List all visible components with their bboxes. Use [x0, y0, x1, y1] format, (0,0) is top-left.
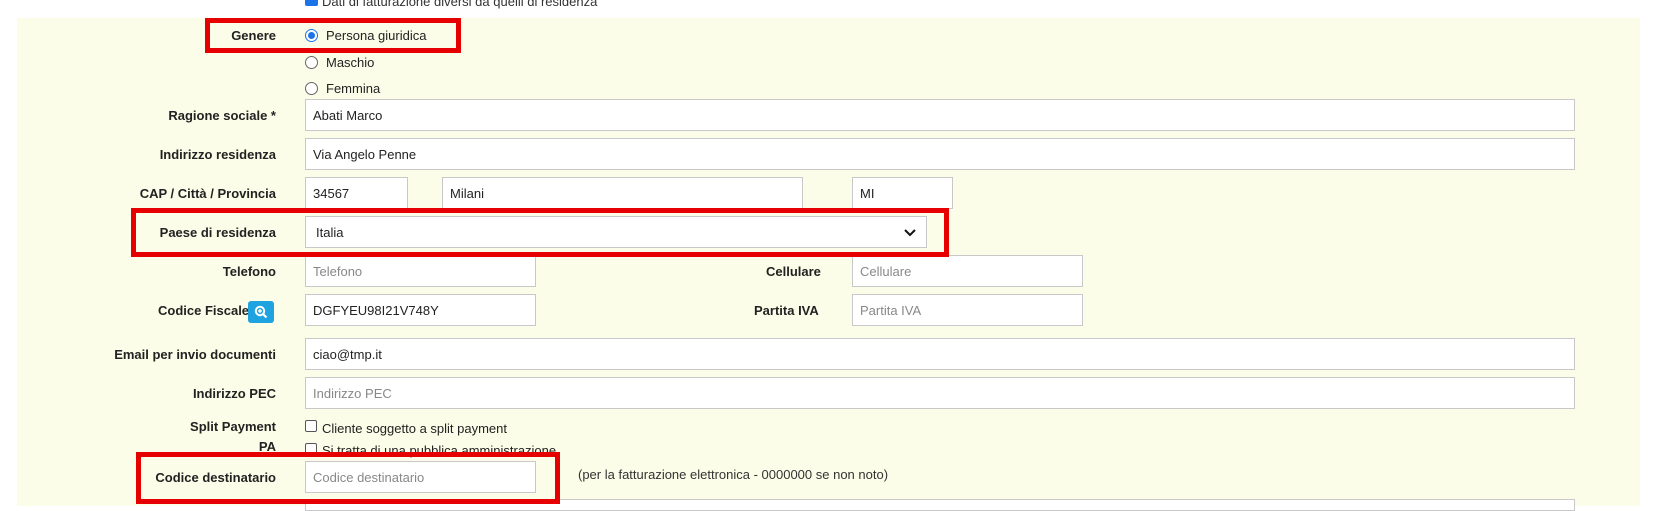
radio-femmina[interactable] [305, 82, 318, 95]
cellulare-input[interactable] [852, 255, 1083, 287]
highlight-genere [205, 18, 461, 53]
cap-input[interactable] [305, 177, 408, 209]
indirizzo-pec-input[interactable] [305, 377, 1575, 409]
split-payment-label: Split Payment [190, 419, 276, 434]
partita-iva-input[interactable] [852, 294, 1083, 326]
citta-input[interactable] [442, 177, 803, 209]
billing-different-label: Dati di fatturazione diversi da quelli d… [322, 0, 598, 9]
provincia-input[interactable] [852, 177, 953, 209]
email-documenti-input[interactable] [305, 338, 1575, 370]
telefono-label: Telefono [222, 264, 276, 279]
codice-fiscale-input[interactable] [305, 294, 536, 326]
indirizzo-residenza-label: Indirizzo residenza [159, 147, 276, 162]
indirizzo-pec-label: Indirizzo PEC [192, 386, 276, 401]
cap-citta-provincia-label: CAP / Città / Provincia [139, 186, 276, 201]
billing-different-checkbox[interactable] [305, 0, 318, 6]
radio-maschio-label: Maschio [326, 55, 375, 70]
highlight-paese-residenza [131, 208, 949, 257]
search-zoom-icon[interactable] [248, 301, 274, 323]
indirizzo-residenza-input[interactable] [305, 138, 1575, 170]
radio-femmina-label: Femmina [326, 81, 381, 96]
radio-maschio[interactable] [305, 56, 318, 69]
ragione-sociale-input[interactable] [305, 99, 1575, 131]
highlight-codice-destinatario [136, 452, 560, 504]
split-payment-checkbox-label: Cliente soggetto a split payment [322, 421, 507, 436]
partita-iva-label: Partita IVA [754, 303, 819, 318]
codice-destinatario-note: (per la fatturazione elettronica - 00000… [578, 467, 889, 482]
codice-fiscale-label: Codice Fiscale [158, 303, 250, 318]
top-strip: Dati di fatturazione diversi da quelli d… [0, 0, 1672, 18]
ragione-sociale-label: Ragione sociale * [168, 108, 276, 123]
telefono-input[interactable] [305, 255, 536, 287]
cellulare-label: Cellulare [766, 264, 821, 279]
email-documenti-label: Email per invio documenti [114, 347, 276, 362]
split-payment-checkbox[interactable] [305, 420, 317, 432]
